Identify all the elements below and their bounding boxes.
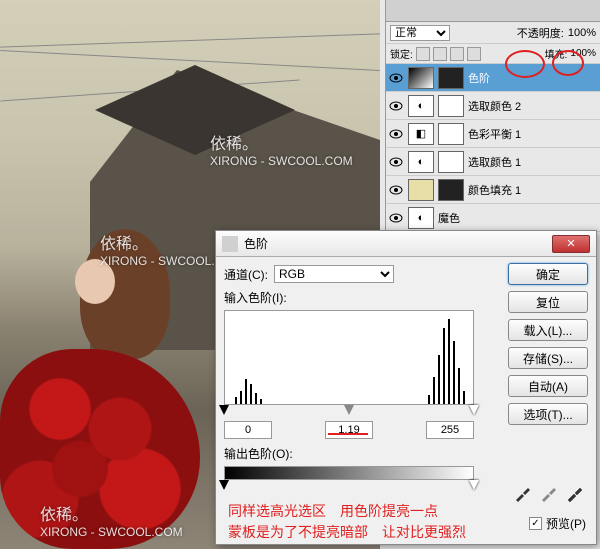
auto-button[interactable]: 自动(A) bbox=[508, 375, 588, 397]
preview-row: ✓ 预览(P) bbox=[529, 515, 586, 532]
layer-name: 选取颜色 2 bbox=[468, 98, 521, 114]
black-point-handle[interactable] bbox=[219, 405, 229, 415]
layer-mask-thumb[interactable] bbox=[438, 67, 464, 89]
layer-row-base[interactable]: ◐ 魔色 bbox=[386, 204, 600, 232]
layer-name: 选取颜色 1 bbox=[468, 154, 521, 170]
layer-mask-thumb[interactable] bbox=[438, 123, 464, 145]
visibility-icon[interactable] bbox=[388, 127, 404, 141]
annotation-line2: 蒙板是为了不提亮暗部 让对比更强烈 bbox=[228, 522, 466, 543]
annotation-underline bbox=[328, 433, 368, 435]
watermark-en: XIRONG - SWCOOL.COM bbox=[210, 154, 353, 168]
histogram-bars bbox=[225, 314, 473, 404]
fill-label: 填充: bbox=[545, 46, 568, 61]
input-black-field[interactable] bbox=[224, 421, 272, 439]
blend-row: 正常 不透明度: 100% bbox=[386, 22, 600, 44]
white-point-handle[interactable] bbox=[469, 405, 479, 415]
layer-name: 色阶 bbox=[468, 70, 490, 86]
watermark-cn: 依稀。 bbox=[210, 130, 353, 154]
watermark: 依稀。 XIRONG - SWCOOL.COM bbox=[210, 130, 353, 168]
preview-label: 预览(P) bbox=[546, 515, 586, 532]
output-levels-label: 输出色阶(O): bbox=[224, 445, 588, 462]
adjustment-thumb-icon[interactable]: ◐ bbox=[408, 95, 434, 117]
load-button[interactable]: 载入(L)... bbox=[508, 319, 588, 341]
visibility-icon[interactable] bbox=[388, 99, 404, 113]
lock-row: 锁定: 填充: 100% bbox=[386, 44, 600, 64]
layer-row-colorbalance[interactable]: ◧ 色彩平衡 1 bbox=[386, 120, 600, 148]
panel-header bbox=[386, 0, 600, 22]
input-white-field[interactable] bbox=[426, 421, 474, 439]
layer-name: 魔色 bbox=[438, 210, 460, 226]
eyedropper-white-icon[interactable] bbox=[566, 484, 584, 502]
output-black-handle[interactable] bbox=[219, 480, 229, 490]
lock-transparent-icon[interactable] bbox=[416, 47, 430, 61]
adjustment-thumb-icon[interactable]: ◐ bbox=[408, 151, 434, 173]
dialog-titlebar[interactable]: 色阶 ✕ bbox=[216, 231, 596, 257]
histogram bbox=[224, 310, 474, 405]
opacity-label: 不透明度: bbox=[517, 25, 564, 41]
adjustment-thumb-icon[interactable]: ◧ bbox=[408, 123, 434, 145]
annotation-line1: 同样选高光选区 用色阶提亮一点 bbox=[228, 501, 466, 522]
layer-mask-thumb[interactable] bbox=[438, 151, 464, 173]
output-slider[interactable] bbox=[224, 480, 474, 494]
adjustment-thumb-icon[interactable]: ◐ bbox=[408, 207, 434, 229]
dialog-icon bbox=[222, 236, 238, 252]
levels-thumb-icon[interactable] bbox=[408, 67, 434, 89]
layer-row-levels[interactable]: 色阶 bbox=[386, 64, 600, 92]
input-gamma-field[interactable] bbox=[325, 421, 373, 439]
close-button[interactable]: ✕ bbox=[552, 235, 590, 253]
input-slider[interactable] bbox=[224, 405, 474, 419]
channel-select[interactable]: RGB bbox=[274, 265, 394, 283]
eyedroppers bbox=[514, 484, 584, 502]
watermark: 依稀。 XIRONG - SWCOOL.COM bbox=[40, 501, 183, 539]
options-button[interactable]: 选项(T)... bbox=[508, 403, 588, 425]
visibility-icon[interactable] bbox=[388, 183, 404, 197]
layer-name: 色彩平衡 1 bbox=[468, 126, 521, 142]
channel-label: 通道(C): bbox=[224, 266, 268, 283]
wire bbox=[0, 33, 380, 47]
eyedropper-gray-icon[interactable] bbox=[540, 484, 558, 502]
visibility-icon[interactable] bbox=[388, 71, 404, 85]
lock-all-icon[interactable] bbox=[467, 47, 481, 61]
layer-row-colorfill[interactable]: 颜色填充 1 bbox=[386, 176, 600, 204]
annotation-text: 同样选高光选区 用色阶提亮一点 蒙板是为了不提亮暗部 让对比更强烈 bbox=[228, 501, 466, 543]
layer-name: 颜色填充 1 bbox=[468, 182, 521, 198]
colorfill-thumb-icon[interactable] bbox=[408, 179, 434, 201]
lock-pixels-icon[interactable] bbox=[433, 47, 447, 61]
lock-label: 锁定: bbox=[390, 46, 413, 61]
opacity-value[interactable]: 100% bbox=[568, 27, 596, 39]
eyedropper-black-icon[interactable] bbox=[514, 484, 532, 502]
layer-row-selectivecolor1[interactable]: ◐ 选取颜色 1 bbox=[386, 148, 600, 176]
output-gradient[interactable] bbox=[224, 466, 474, 480]
blend-mode-select[interactable]: 正常 bbox=[390, 25, 450, 41]
layer-mask-thumb[interactable] bbox=[438, 179, 464, 201]
lock-position-icon[interactable] bbox=[450, 47, 464, 61]
visibility-icon[interactable] bbox=[388, 155, 404, 169]
levels-dialog: 色阶 ✕ 通道(C): RGB 输入色阶(I): bbox=[215, 230, 597, 545]
preview-checkbox[interactable]: ✓ bbox=[529, 517, 542, 530]
output-white-handle[interactable] bbox=[469, 480, 479, 490]
input-values-row bbox=[224, 421, 474, 439]
watermark-en: XIRONG - SWCOOL.COM bbox=[40, 525, 183, 539]
layer-mask-thumb[interactable] bbox=[438, 95, 464, 117]
dialog-title: 色阶 bbox=[244, 235, 552, 252]
fill-value[interactable]: 100% bbox=[570, 48, 596, 59]
layer-row-selectivecolor2[interactable]: ◐ 选取颜色 2 bbox=[386, 92, 600, 120]
gamma-handle[interactable] bbox=[344, 405, 354, 415]
save-button[interactable]: 存储(S)... bbox=[508, 347, 588, 369]
visibility-icon[interactable] bbox=[388, 211, 404, 225]
cancel-button[interactable]: 复位 bbox=[508, 291, 588, 313]
watermark-cn: 依稀。 bbox=[40, 501, 183, 525]
ok-button[interactable]: 确定 bbox=[508, 263, 588, 285]
button-column: 确定 复位 载入(L)... 存储(S)... 自动(A) 选项(T)... bbox=[508, 263, 588, 425]
